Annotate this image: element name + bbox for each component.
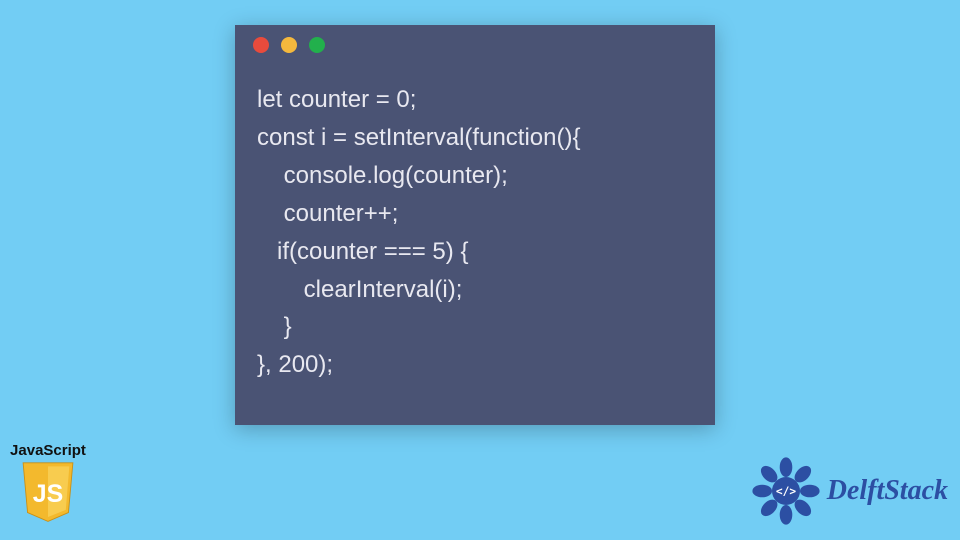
code-line: } — [257, 313, 292, 340]
code-line: const i = setInterval(function(){ — [257, 124, 580, 151]
close-icon — [253, 37, 269, 53]
minimize-icon — [281, 37, 297, 53]
maximize-icon — [309, 37, 325, 53]
delftstack-brand: </> DelftStack — [751, 456, 948, 526]
code-line: }, 200); — [257, 351, 333, 378]
delftstack-brand-text: DelftStack — [827, 475, 948, 507]
javascript-label: JavaScript — [8, 442, 88, 459]
code-line: if(counter === 5) { — [257, 238, 468, 265]
svg-text:JS: JS — [33, 480, 63, 508]
code-line: console.log(counter); — [257, 162, 508, 189]
svg-text:</>: </> — [776, 485, 796, 498]
code-line: clearInterval(i); — [257, 276, 462, 303]
code-line: counter++; — [257, 200, 398, 227]
delftstack-logo-icon: </> — [751, 456, 821, 526]
javascript-badge: JavaScript JS — [8, 442, 88, 530]
window-titlebar — [235, 25, 715, 65]
code-line: let counter = 0; — [257, 86, 416, 113]
javascript-shield-icon: JS — [16, 461, 80, 525]
code-block: let counter = 0; const i = setInterval(f… — [235, 65, 715, 404]
code-window: let counter = 0; const i = setInterval(f… — [235, 25, 715, 425]
